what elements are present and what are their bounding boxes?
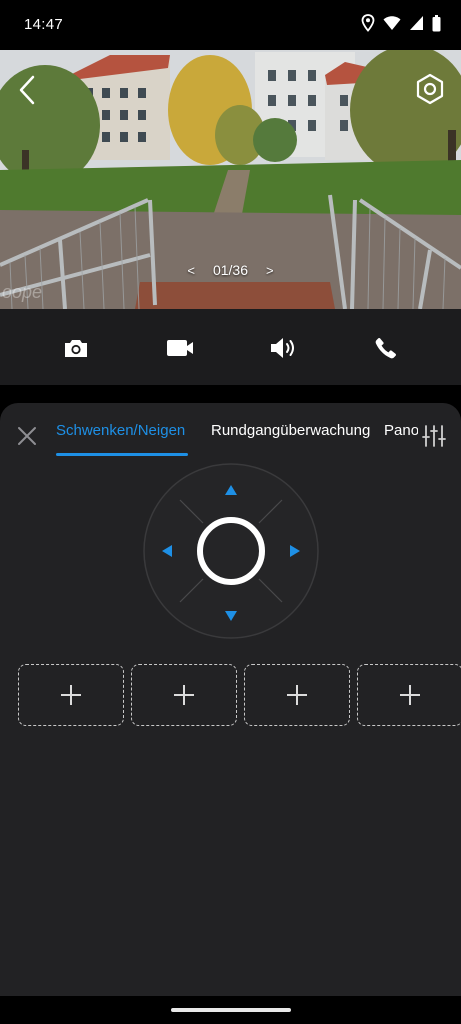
plus-icon — [61, 685, 81, 705]
sliders-icon[interactable] — [421, 423, 447, 449]
status-bar: 14:47 — [0, 0, 461, 50]
camera-watermark: oope — [2, 282, 43, 302]
pager-counter: 01/36 — [212, 262, 249, 278]
plus-icon — [174, 685, 194, 705]
battery-icon — [432, 14, 441, 31]
call-button[interactable] — [371, 333, 401, 363]
camera-icon — [65, 340, 87, 357]
video-icon — [167, 340, 193, 356]
snapshot-button[interactable] — [61, 333, 91, 363]
ptz-control-panel: Schwenken/Neigen Rundgangüberwachung Pan… — [0, 403, 461, 996]
location-icon — [361, 14, 375, 32]
pager-next-button[interactable]: > — [266, 263, 274, 278]
pager-prev-button[interactable]: < — [187, 263, 195, 278]
ptz-tabs: Schwenken/Neigen Rundgangüberwachung Pan… — [56, 403, 418, 459]
close-icon[interactable] — [16, 425, 38, 447]
add-preset-slot[interactable] — [18, 664, 124, 726]
back-icon[interactable] — [14, 72, 42, 108]
speaker-button[interactable] — [268, 333, 298, 363]
record-video-button[interactable] — [165, 333, 195, 363]
tab-pan-tilt[interactable]: Schwenken/Neigen — [56, 422, 185, 439]
home-gesture-handle[interactable] — [171, 1008, 291, 1012]
add-preset-slot[interactable] — [244, 664, 350, 726]
active-tab-indicator — [56, 453, 188, 456]
cellular-icon — [410, 16, 423, 30]
clip-pager: < 01/36 > — [0, 262, 461, 278]
action-bar — [0, 309, 461, 385]
plus-icon — [400, 685, 420, 705]
status-time: 14:47 — [24, 16, 64, 33]
system-nav-bar — [0, 996, 461, 1024]
wifi-icon — [383, 16, 401, 30]
settings-hexagon-icon[interactable] — [413, 72, 447, 106]
ptz-joystick[interactable] — [143, 463, 319, 639]
add-preset-slot[interactable] — [357, 664, 461, 726]
add-preset-slot[interactable] — [131, 664, 237, 726]
phone-icon — [375, 337, 397, 359]
speaker-icon — [271, 338, 294, 358]
camera-live-view[interactable]: oope < 01/36 > — [0, 50, 461, 309]
plus-icon — [287, 685, 307, 705]
preset-slots — [18, 664, 461, 728]
tab-patrol[interactable]: Rundgangüberwachung — [211, 422, 370, 439]
status-icons — [361, 14, 441, 32]
tab-panorama[interactable]: Panorama — [384, 422, 418, 439]
